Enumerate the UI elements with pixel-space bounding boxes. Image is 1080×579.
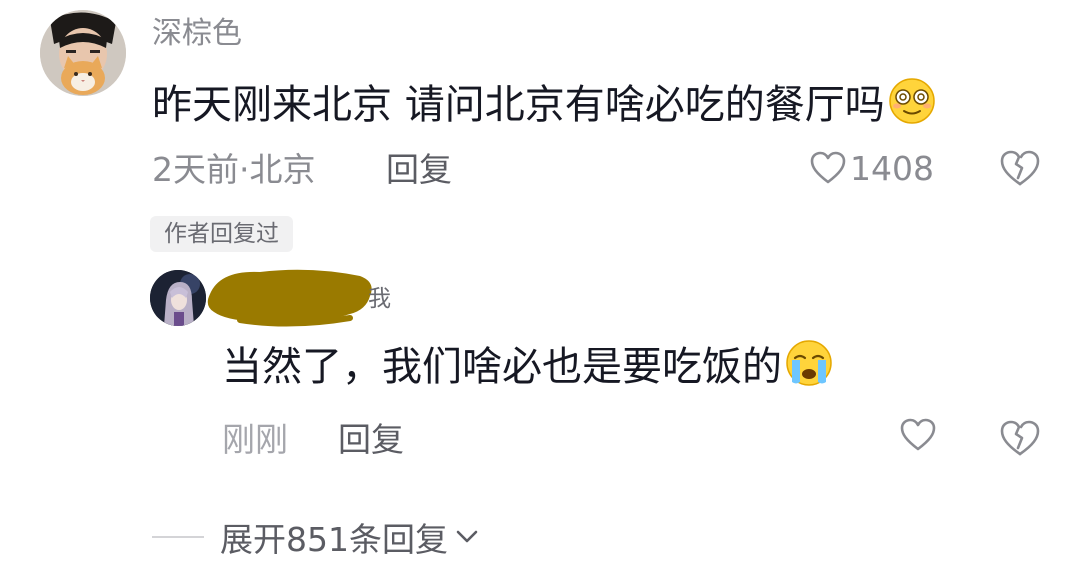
reply-text: 当然了，我们啥必也是要吃饭的: [222, 338, 834, 403]
comment-time-location: 2天前·北京: [152, 150, 316, 189]
commenter-avatar[interactable]: [40, 10, 126, 96]
reply-like-button[interactable]: [900, 418, 936, 454]
replier-avatar[interactable]: [150, 270, 206, 326]
expand-divider: [152, 536, 204, 538]
broken-heart-icon: [998, 420, 1042, 462]
like-button[interactable]: 1408: [810, 146, 934, 190]
heart-icon: [900, 418, 936, 456]
dislike-button[interactable]: [998, 148, 1042, 188]
me-tag: 我: [368, 286, 391, 312]
dizzy-face-emoji-icon: [887, 76, 937, 140]
reply-reply-button[interactable]: 回复: [338, 418, 404, 462]
comment-text: 昨天刚来北京 请问北京有啥必吃的餐厅吗: [152, 76, 937, 140]
broken-heart-icon: [998, 150, 1042, 192]
author-replied-badge: 作者回复过: [150, 216, 293, 252]
like-count: 1408: [850, 148, 934, 188]
reply-button[interactable]: 回复: [386, 148, 452, 192]
reply-dislike-button[interactable]: [998, 418, 1042, 458]
reply-time: 刚刚: [222, 420, 288, 459]
crying-face-emoji-icon: [784, 338, 834, 403]
expand-replies-label: 展开851条回复: [220, 520, 448, 559]
heart-icon: [810, 151, 846, 185]
comment-text-content: 昨天刚来北京 请问北京有啥必吃的餐厅吗: [152, 82, 885, 128]
chevron-down-icon: [456, 530, 478, 544]
commenter-username[interactable]: 深棕色: [152, 14, 242, 54]
expand-replies-button[interactable]: 展开851条回复: [220, 514, 478, 560]
reply-text-content: 当然了，我们啥必也是要吃饭的: [222, 344, 782, 390]
redacted-username: [200, 264, 380, 328]
